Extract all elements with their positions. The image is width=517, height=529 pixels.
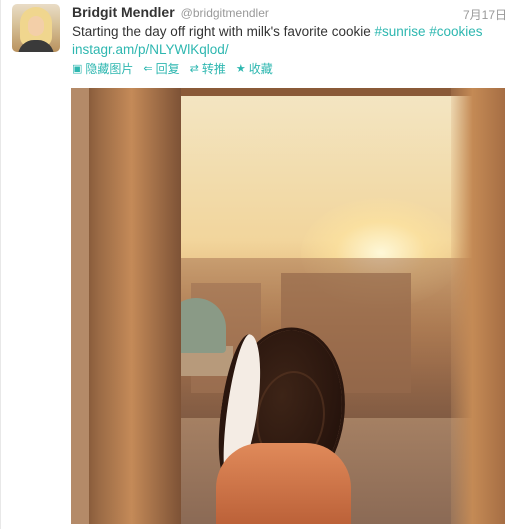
tweet: Bridgit Mendler @bridgitmendler 7月17日 St…	[0, 0, 517, 529]
hashtag-cookies[interactable]: #cookies	[429, 24, 482, 39]
user-handle[interactable]: @bridgitmendler	[181, 6, 269, 20]
favorite-button[interactable]: ★ 收藏	[236, 60, 273, 77]
tweet-header: Bridgit Mendler @bridgitmendler	[72, 4, 269, 22]
hashtag-sunrise[interactable]: #sunrise	[374, 24, 425, 39]
avatar[interactable]	[12, 4, 60, 52]
hand	[216, 443, 351, 524]
retweet-icon: ⇄	[189, 63, 199, 75]
tweet-actions: ▣ 隐藏图片 ⇐ 回复 ⇄ 转推 ★ 收藏	[72, 60, 283, 77]
image-icon: ▣	[72, 63, 83, 75]
favorite-label: 收藏	[248, 62, 273, 76]
reply-label: 回复	[155, 62, 180, 76]
retweet-button[interactable]: ⇄ 转推	[190, 60, 226, 77]
reply-button[interactable]: ⇐ 回复	[143, 60, 179, 77]
tweet-photo[interactable]	[71, 88, 505, 524]
retweet-label: 转推	[201, 62, 226, 76]
tweet-link[interactable]: instagr.am/p/NLYWlKqlod/	[72, 42, 229, 57]
tweet-date[interactable]: 7月17日	[463, 6, 507, 23]
hide-image-button[interactable]: ▣ 隐藏图片	[72, 60, 133, 77]
star-icon: ★	[235, 63, 246, 75]
hide-image-label: 隐藏图片	[85, 62, 134, 76]
divider	[0, 0, 1, 529]
tweet-text-plain: Starting the day off right with milk's f…	[72, 24, 375, 39]
reply-icon: ⇐	[143, 63, 153, 75]
tweet-text: Starting the day off right with milk's f…	[72, 23, 512, 59]
user-name[interactable]: Bridgit Mendler	[72, 4, 175, 20]
